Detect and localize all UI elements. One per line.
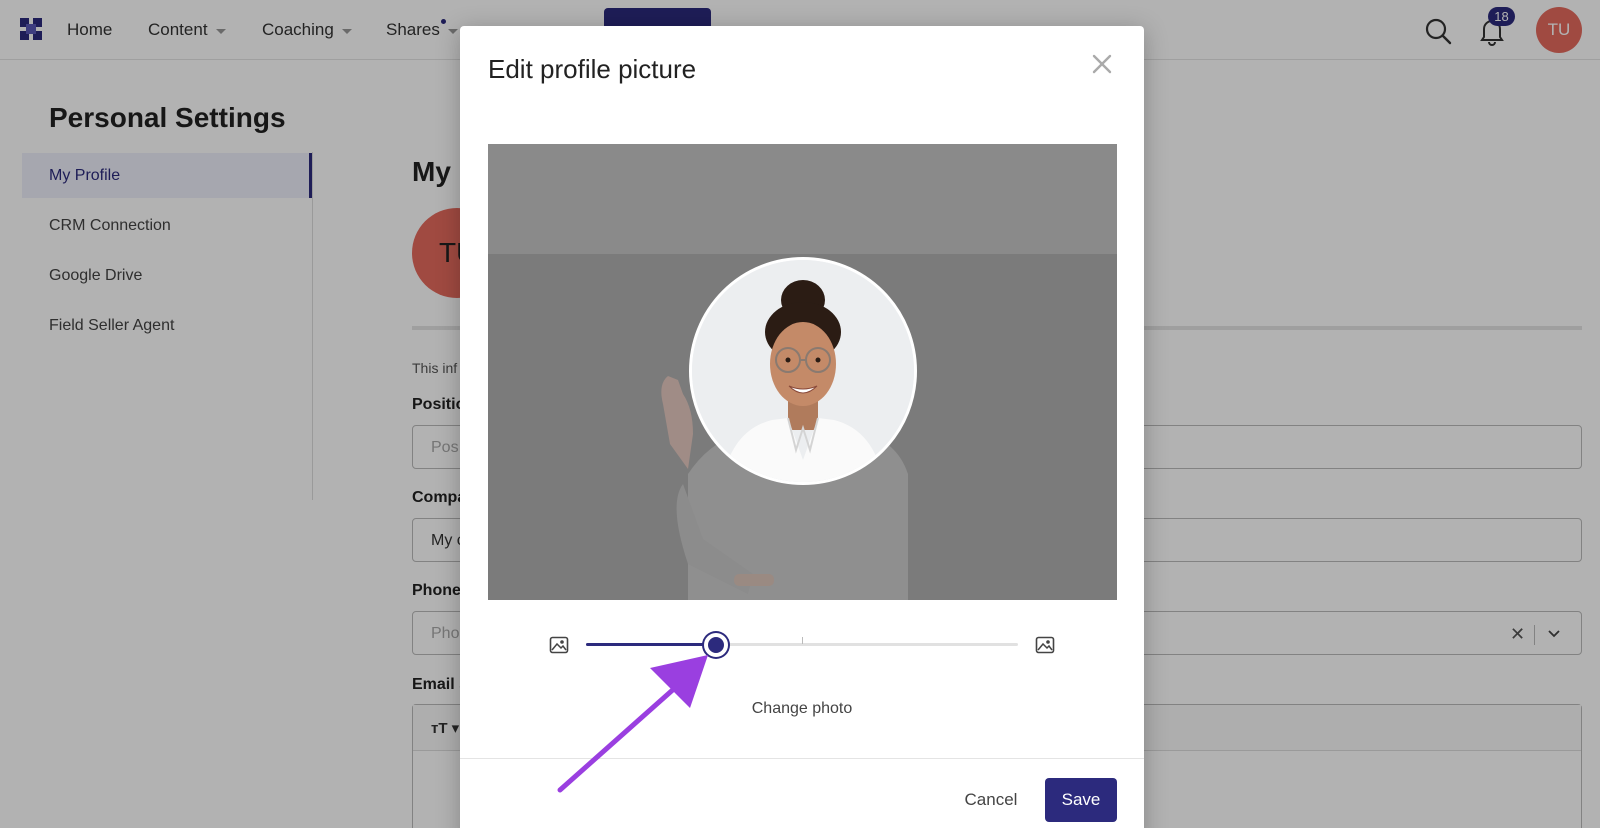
image-crop-area[interactable] (488, 144, 1117, 600)
zoom-slider-fill (586, 643, 716, 646)
save-button[interactable]: Save (1045, 778, 1117, 822)
change-photo-link[interactable]: Change photo (460, 700, 1144, 718)
dialog-title: Edit profile picture (488, 54, 697, 84)
zoom-slider-thumb[interactable] (703, 633, 728, 657)
crop-circle[interactable] (689, 257, 917, 485)
image-zoom-out-icon[interactable] (549, 636, 569, 654)
edit-profile-picture-dialog: Edit profile picture Change photo Cancel… (460, 26, 1144, 828)
avatar-preview (692, 260, 914, 482)
close-icon[interactable] (1090, 52, 1114, 76)
dialog-footer-divider (460, 758, 1144, 759)
image-zoom-in-icon[interactable] (1035, 636, 1055, 654)
cancel-button[interactable]: Cancel (954, 778, 1028, 822)
zoom-slider-tick (802, 637, 803, 644)
